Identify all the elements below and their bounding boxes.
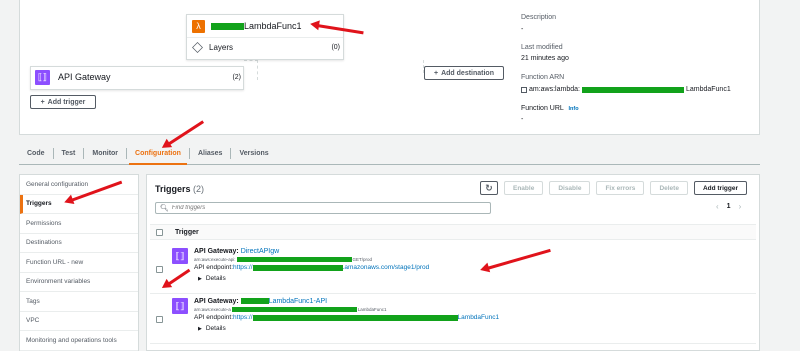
tab-configuration[interactable]: Configuration bbox=[127, 148, 190, 165]
search-input[interactable] bbox=[171, 205, 472, 211]
triggers-count: (2) bbox=[193, 184, 205, 194]
configuration-sidebar: General configuration Triggers Permissio… bbox=[19, 174, 139, 351]
function-name: LambdaFunc1 bbox=[211, 21, 302, 31]
refresh-button[interactable]: ↻ bbox=[480, 181, 498, 195]
sidebar-item-permissions[interactable]: Permissions bbox=[20, 214, 138, 234]
function-url-value: - bbox=[521, 116, 524, 123]
function-url-row: Function URL Info bbox=[521, 105, 579, 112]
endpoint-link[interactable]: https:// .amazonaws.com/stage1/prod bbox=[233, 264, 429, 271]
column-trigger: Trigger bbox=[175, 228, 199, 236]
tab-monitor[interactable]: Monitor bbox=[84, 148, 128, 159]
add-trigger-button[interactable]: + Add trigger bbox=[30, 95, 96, 109]
layers-count: (0) bbox=[331, 44, 340, 51]
triggers-toolbar: ↻ Enable Disable Fix errors Delete Add t… bbox=[480, 181, 747, 196]
disable-button[interactable]: Disable bbox=[549, 181, 591, 195]
function-arn-value: am:aws:lambda: LambdaFunc1 bbox=[521, 86, 731, 93]
add-trigger-table-button[interactable]: Add trigger bbox=[693, 181, 747, 195]
sidebar-item-function-url[interactable]: Function URL - new bbox=[20, 253, 138, 273]
row-checkbox[interactable] bbox=[156, 266, 163, 273]
api-gateway-row[interactable]: ⟦⟧ API Gateway (2) bbox=[35, 69, 241, 85]
tab-test[interactable]: Test bbox=[54, 148, 85, 159]
api-gateway-count: (2) bbox=[232, 73, 241, 81]
last-modified-label: Last modified bbox=[521, 44, 563, 51]
api-gateway-icon: ⟦⟧ bbox=[172, 248, 188, 264]
add-destination-button[interactable]: + Add destination bbox=[424, 66, 504, 80]
plus-icon: + bbox=[40, 98, 45, 106]
tab-versions[interactable]: Versions bbox=[231, 148, 276, 159]
redacted-block bbox=[231, 307, 357, 312]
tab-aliases[interactable]: Aliases bbox=[190, 148, 232, 159]
trigger-title: API Gateway: DirectAPIgw bbox=[194, 248, 280, 255]
details-toggle[interactable]: ▶ Details bbox=[198, 275, 429, 282]
next-page-icon[interactable]: › bbox=[739, 202, 742, 211]
enable-button[interactable]: Enable bbox=[504, 181, 544, 195]
endpoint-link[interactable]: https:// LambdaFunc1 bbox=[233, 314, 499, 321]
tab-bar: Code Test Monitor Configuration Aliases … bbox=[19, 143, 760, 165]
copy-icon[interactable] bbox=[521, 86, 527, 93]
function-name-row[interactable]: λ LambdaFunc1 bbox=[192, 18, 302, 34]
function-url-info-link[interactable]: Info bbox=[569, 106, 579, 112]
search-icon: 🔍︎ bbox=[160, 205, 169, 212]
sidebar-item-tags[interactable]: Tags bbox=[20, 292, 138, 312]
redacted-block bbox=[252, 314, 458, 321]
trigger-arn: arn:aws:execute-a LambdaFunc1 bbox=[194, 307, 387, 312]
redacted-block bbox=[236, 257, 352, 262]
trigger-title: API Gateway: LambdaFunc1-API bbox=[194, 298, 328, 305]
select-all-checkbox[interactable] bbox=[156, 228, 163, 236]
api-gateway-label: API Gateway bbox=[58, 72, 111, 82]
layers-icon bbox=[192, 42, 203, 53]
pagination: ‹ 1 › bbox=[716, 202, 741, 211]
redacted-block bbox=[211, 23, 244, 31]
sidebar-item-environment-variables[interactable]: Environment variables bbox=[20, 273, 138, 292]
trigger-endpoint: API endpoint: https:// .amazonaws.com/st… bbox=[194, 264, 430, 271]
trigger-link[interactable]: DirectAPIgw bbox=[241, 248, 280, 255]
caret-right-icon: ▶ bbox=[198, 325, 202, 332]
triggers-title: Triggers (2) bbox=[155, 184, 205, 194]
row-checkbox[interactable] bbox=[156, 316, 163, 323]
refresh-icon: ↻ bbox=[485, 182, 493, 193]
last-modified-value: 21 minutes ago bbox=[521, 55, 569, 62]
description-label: Description bbox=[521, 14, 557, 21]
trigger-link[interactable]: LambdaFunc1-API bbox=[240, 298, 327, 305]
diagram-connector bbox=[344, 60, 424, 73]
fix-errors-button[interactable]: Fix errors bbox=[596, 181, 645, 195]
triggers-search[interactable]: 🔍︎ bbox=[155, 202, 491, 214]
description-value: - bbox=[521, 26, 524, 33]
redacted-block bbox=[252, 264, 343, 271]
table-row[interactable]: ⟦⟧ API Gateway: DirectAPIgw arn:aws:exec… bbox=[150, 244, 756, 294]
lambda-icon: λ bbox=[192, 19, 205, 33]
table-row[interactable]: ⟦⟧ API Gateway: LambdaFunc1-API arn:aws:… bbox=[150, 294, 756, 344]
delete-button[interactable]: Delete bbox=[650, 181, 688, 195]
triggers-table-header: Trigger bbox=[150, 224, 756, 240]
trigger-arn: arn:aws:execute-api: GET/prod bbox=[194, 257, 373, 262]
function-arn-label: Function ARN bbox=[521, 74, 565, 81]
details-toggle[interactable]: ▶ Details bbox=[198, 325, 499, 332]
caret-right-icon: ▶ bbox=[198, 275, 202, 282]
sidebar-item-general-configuration[interactable]: General configuration bbox=[20, 175, 138, 195]
api-gateway-icon: ⟦⟧ bbox=[35, 69, 50, 85]
tab-code[interactable]: Code bbox=[19, 148, 54, 159]
prev-page-icon[interactable]: ‹ bbox=[716, 202, 719, 211]
redacted-block bbox=[240, 298, 269, 305]
plus-icon: + bbox=[434, 69, 439, 77]
trigger-endpoint: API endpoint: https:// LambdaFunc1 bbox=[194, 314, 500, 321]
diagram-connector bbox=[244, 60, 258, 80]
sidebar-item-monitoring-tools[interactable]: Monitoring and operations tools bbox=[20, 331, 138, 351]
sidebar-item-destinations[interactable]: Destinations bbox=[20, 234, 138, 253]
sidebar-item-vpc[interactable]: VPC bbox=[20, 312, 138, 331]
card-divider bbox=[187, 37, 343, 38]
redacted-block bbox=[581, 86, 684, 93]
api-gateway-icon: ⟦⟧ bbox=[172, 298, 188, 314]
current-page[interactable]: 1 bbox=[727, 203, 731, 210]
layers-row[interactable]: Layers (0) bbox=[192, 42, 340, 53]
function-metadata: Description - Last modified 21 minutes a… bbox=[521, 0, 757, 135]
layers-label: Layers bbox=[209, 43, 234, 52]
